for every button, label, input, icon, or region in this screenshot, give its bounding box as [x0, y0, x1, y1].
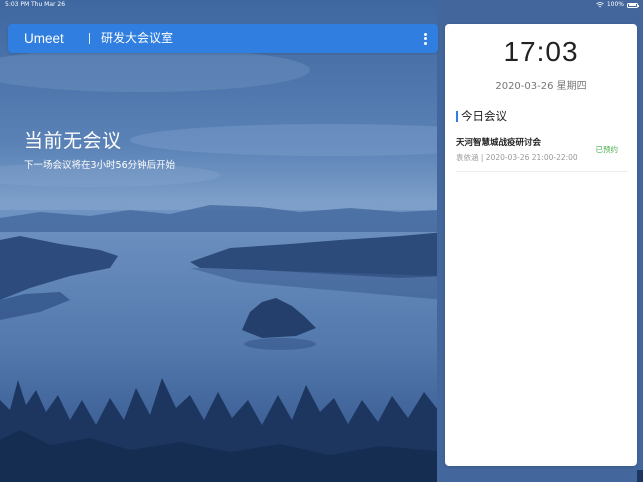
meeting-organizer-time: 袁依涵 | 2020-03-26 21:00-22:00 [456, 153, 578, 162]
meeting-status-title: 当前无会议 [24, 130, 122, 152]
status-time: 5:03 PM [5, 1, 30, 8]
app-brand: Umeet [24, 31, 64, 46]
wifi-icon [596, 2, 604, 8]
meeting-title: 天河智慧城战疫研讨会 [456, 138, 542, 148]
today-meetings-title: 今日会议 [461, 109, 507, 123]
next-meeting-countdown: 下一场会议将在3小时56分钟后开始 [24, 160, 176, 171]
clock: 17:03 [503, 36, 579, 67]
meeting-list-item[interactable]: 天河智慧城战疫研讨会 袁依涵 | 2020-03-26 21:00-22:00 … [456, 131, 628, 172]
section-accent-bar [456, 111, 458, 122]
header-bar: Umeet 研发大会议室 [8, 24, 438, 53]
current-date: 2020-03-26 星期四 [495, 81, 587, 92]
battery-percent: 100% [606, 1, 624, 8]
menu-dot [423, 32, 427, 36]
status-indicators: 100% [596, 0, 639, 10]
screen: 5:03 PM Thu Mar 26 100% Umeet 研发大会议室 当前无… [0, 0, 643, 482]
room-name: 研发大会议室 [101, 31, 174, 45]
menu-dot [423, 37, 427, 40]
battery-icon [627, 2, 639, 8]
more-vertical-icon[interactable] [420, 31, 430, 46]
menu-dot [423, 41, 427, 45]
schedule-panel: 17:03 2020-03-26 星期四 今日会议 天河智慧城战疫研讨会 袁依涵… [445, 24, 637, 466]
status-bar: 5:03 PM Thu Mar 26 100% [0, 0, 643, 10]
status-date: Thu Mar 26 [31, 1, 66, 8]
header-divider [89, 33, 90, 44]
meeting-status-badge: 已预约 [595, 145, 619, 154]
